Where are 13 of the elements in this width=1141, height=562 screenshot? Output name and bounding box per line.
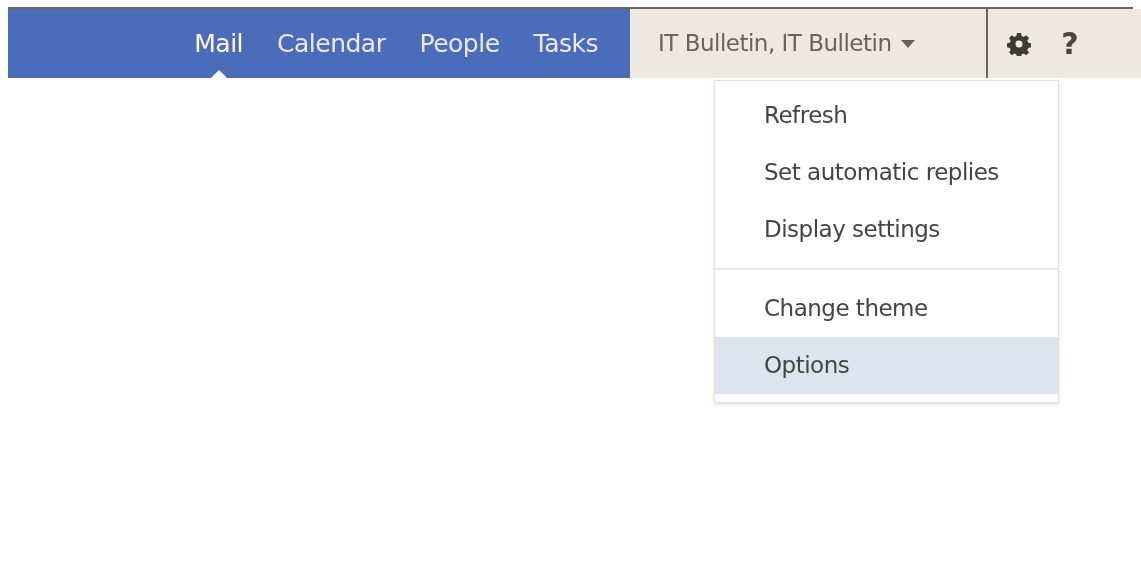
menu-item[interactable]: Refresh — [715, 87, 1058, 144]
settings-icon — [1007, 31, 1031, 56]
nav-tab[interactable]: Mail — [186, 9, 252, 78]
nav-tab[interactable]: People — [411, 9, 508, 78]
nav-tab[interactable]: Tasks — [525, 9, 606, 78]
caret-icon — [901, 39, 916, 48]
menu-item[interactable]: Change theme — [715, 280, 1058, 337]
menu-item[interactable]: Display settings — [715, 201, 1058, 258]
selected-pointer-icon — [210, 70, 227, 78]
nav-tab[interactable]: Calendar — [269, 9, 394, 78]
help-button[interactable]: ? — [1050, 9, 1090, 78]
menu-item[interactable]: Set automatic replies — [715, 144, 1058, 201]
menu-item[interactable]: Options — [715, 337, 1058, 394]
